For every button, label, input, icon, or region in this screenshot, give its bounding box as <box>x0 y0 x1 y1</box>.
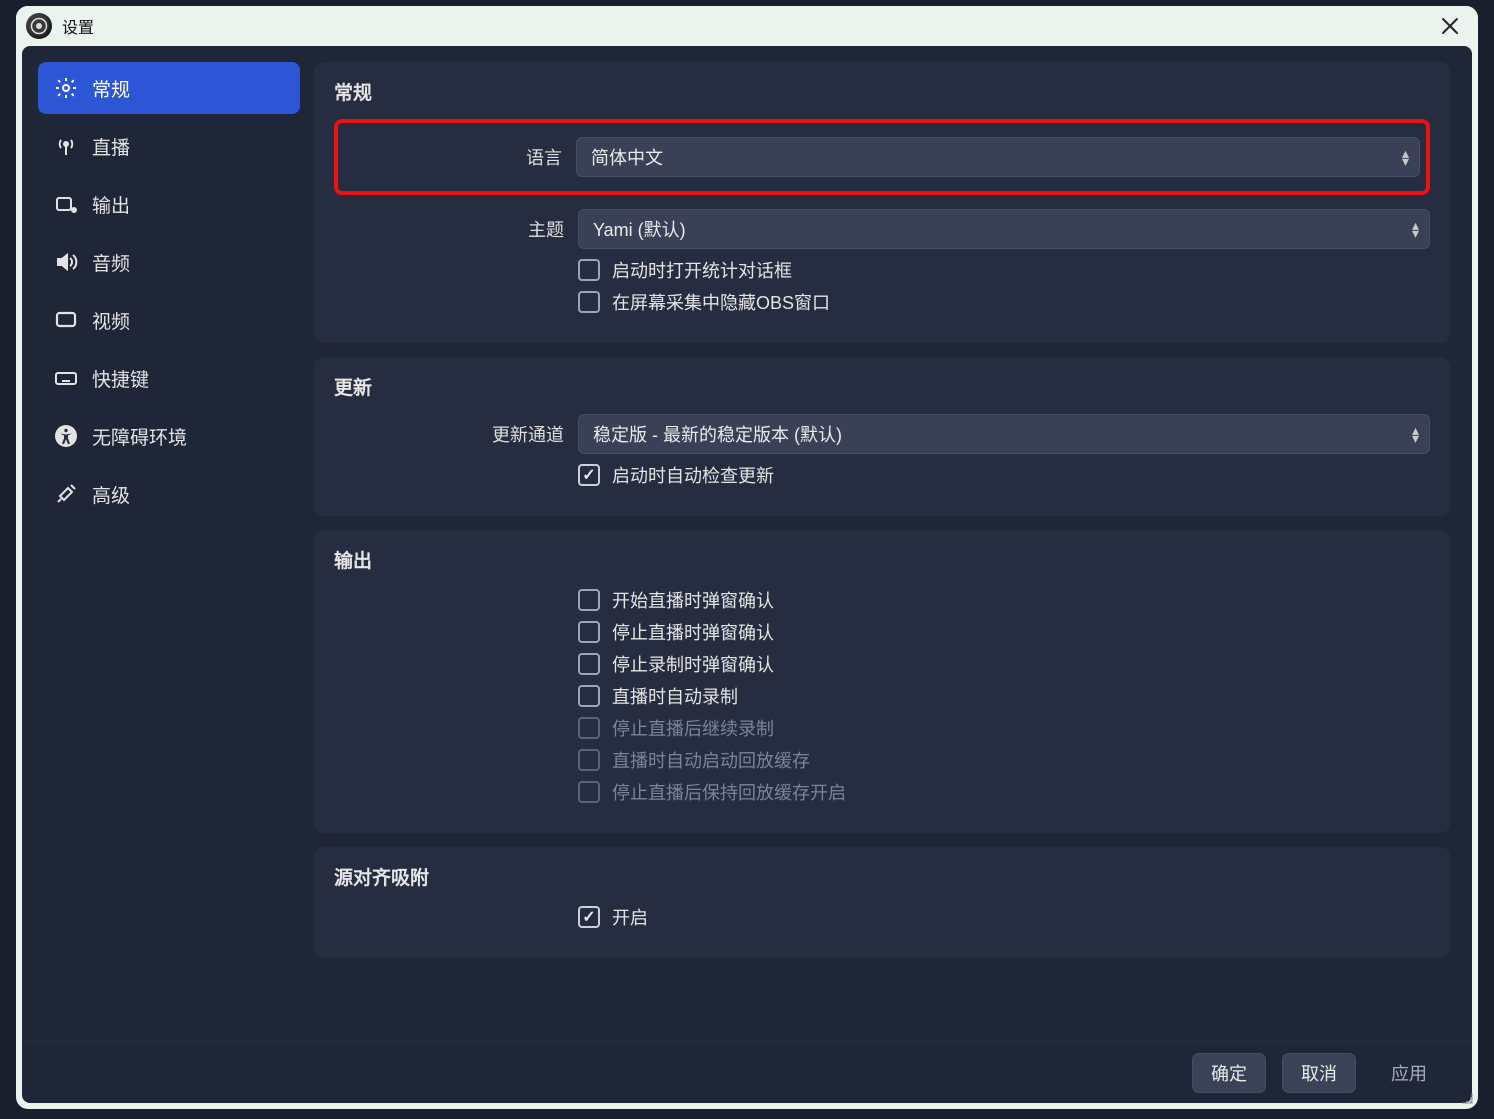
output-icon <box>54 192 78 216</box>
label-hide-obs-window: 在屏幕采集中隐藏OBS窗口 <box>612 289 830 315</box>
chevron-updown-icon: ▴▾ <box>1412 221 1419 237</box>
theme-select[interactable]: Yami (默认) ▴▾ <box>578 209 1430 249</box>
row-confirm-start-stream: 开始直播时弹窗确认 <box>334 587 1430 613</box>
row-confirm-stop-stream: 停止直播时弹窗确认 <box>334 619 1430 645</box>
update-channel-value: 稳定版 - 最新的稳定版本 (默认) <box>593 421 842 447</box>
label-keep-replay-buffer: 停止直播后保持回放缓存开启 <box>612 779 846 805</box>
dialog-footer: 确定 取消 应用 <box>22 1041 1472 1103</box>
field-update-channel: 更新通道 稳定版 - 最新的稳定版本 (默认) ▴▾ <box>334 414 1430 454</box>
row-keep-replay-buffer: 停止直播后保持回放缓存开启 <box>334 779 1430 805</box>
section-general: 常规 语言 简体中文 ▴▾ 主题 <box>314 62 1450 343</box>
sidebar-item-hotkeys[interactable]: 快捷键 <box>38 352 300 404</box>
theme-value: Yami (默认) <box>593 216 686 242</box>
section-title-general: 常规 <box>334 78 1430 105</box>
close-button[interactable] <box>1432 10 1468 42</box>
sidebar-item-label: 常规 <box>92 75 130 102</box>
row-confirm-stop-record: 停止录制时弹窗确认 <box>334 651 1430 677</box>
sidebar-item-stream[interactable]: 直播 <box>38 120 300 172</box>
sidebar-item-label: 直播 <box>92 133 130 160</box>
checkbox-snapping-enable[interactable] <box>578 906 600 928</box>
settings-dialog: 设置 常规 直播 <box>16 6 1478 1109</box>
obs-logo-icon <box>26 13 52 39</box>
update-channel-label: 更新通道 <box>334 421 578 447</box>
checkbox-confirm-stop-stream[interactable] <box>578 621 600 643</box>
label-confirm-stop-record: 停止录制时弹窗确认 <box>612 651 774 677</box>
gear-icon <box>54 76 78 100</box>
sidebar-item-general[interactable]: 常规 <box>38 62 300 114</box>
update-channel-select[interactable]: 稳定版 - 最新的稳定版本 (默认) ▴▾ <box>578 414 1430 454</box>
sidebar-item-advanced[interactable]: 高级 <box>38 468 300 520</box>
language-highlight: 语言 简体中文 ▴▾ <box>334 119 1430 195</box>
label-auto-check-updates: 启动时自动检查更新 <box>612 462 774 488</box>
row-hide-obs-window: 在屏幕采集中隐藏OBS窗口 <box>334 289 1430 315</box>
section-title-snapping: 源对齐吸附 <box>334 863 1430 890</box>
main-scroll[interactable]: 常规 语言 简体中文 ▴▾ 主题 <box>314 62 1462 1035</box>
label-confirm-start-stream: 开始直播时弹窗确认 <box>612 587 774 613</box>
resize-grip-icon[interactable] <box>1458 1089 1474 1105</box>
main-area: 常规 语言 简体中文 ▴▾ 主题 <box>314 62 1462 1035</box>
checkbox-open-stats[interactable] <box>578 259 600 281</box>
row-keep-record-after-stream: 停止直播后继续录制 <box>334 715 1430 741</box>
ok-button[interactable]: 确定 <box>1192 1053 1266 1093</box>
label-auto-record-on-stream: 直播时自动录制 <box>612 683 738 709</box>
checkbox-keep-record-after-stream <box>578 717 600 739</box>
label-auto-replay-buffer: 直播时自动启动回放缓存 <box>612 747 810 773</box>
monitor-icon <box>54 308 78 332</box>
title-bar: 设置 <box>16 6 1478 46</box>
row-open-stats: 启动时打开统计对话框 <box>334 257 1430 283</box>
section-title-output: 输出 <box>334 546 1430 573</box>
close-icon <box>1441 17 1459 35</box>
checkbox-hide-obs-window[interactable] <box>578 291 600 313</box>
sidebar-item-accessibility[interactable]: 无障碍环境 <box>38 410 300 462</box>
language-label: 语言 <box>344 144 576 170</box>
checkbox-auto-record-on-stream[interactable] <box>578 685 600 707</box>
row-auto-replay-buffer: 直播时自动启动回放缓存 <box>334 747 1430 773</box>
tools-icon <box>54 482 78 506</box>
language-select[interactable]: 简体中文 ▴▾ <box>576 137 1420 177</box>
cancel-button[interactable]: 取消 <box>1282 1053 1356 1093</box>
checkbox-auto-replay-buffer <box>578 749 600 771</box>
language-value: 简体中文 <box>591 144 663 170</box>
antenna-icon <box>54 134 78 158</box>
row-auto-check-updates: 启动时自动检查更新 <box>334 462 1430 488</box>
label-keep-record-after-stream: 停止直播后继续录制 <box>612 715 774 741</box>
sidebar-item-video[interactable]: 视频 <box>38 294 300 346</box>
checkbox-keep-replay-buffer <box>578 781 600 803</box>
section-updates: 更新 更新通道 稳定版 - 最新的稳定版本 (默认) ▴▾ 启动时自动检查更新 <box>314 357 1450 516</box>
section-snapping: 源对齐吸附 开启 <box>314 847 1450 958</box>
sidebar-item-label: 快捷键 <box>92 365 149 392</box>
sidebar-item-label: 无障碍环境 <box>92 423 187 450</box>
dialog-body: 常规 直播 输出 <box>22 46 1472 1103</box>
label-confirm-stop-stream: 停止直播时弹窗确认 <box>612 619 774 645</box>
field-theme: 主题 Yami (默认) ▴▾ <box>334 209 1430 249</box>
keyboard-icon <box>54 366 78 390</box>
speaker-icon <box>54 250 78 274</box>
checkbox-confirm-stop-record[interactable] <box>578 653 600 675</box>
section-output: 输出 开始直播时弹窗确认 停止直播时弹窗确认 停止录制时弹窗确认 <box>314 530 1450 833</box>
sidebar: 常规 直播 输出 <box>38 62 300 1035</box>
chevron-updown-icon: ▴▾ <box>1402 149 1409 165</box>
theme-label: 主题 <box>334 216 578 242</box>
sidebar-item-label: 视频 <box>92 307 130 334</box>
apply-button: 应用 <box>1372 1053 1446 1093</box>
content-row: 常规 直播 输出 <box>22 46 1472 1041</box>
checkbox-confirm-start-stream[interactable] <box>578 589 600 611</box>
accessibility-icon <box>54 424 78 448</box>
sidebar-item-label: 高级 <box>92 481 130 508</box>
label-snapping-enable: 开启 <box>612 904 648 930</box>
sidebar-item-output[interactable]: 输出 <box>38 178 300 230</box>
row-auto-record-on-stream: 直播时自动录制 <box>334 683 1430 709</box>
sidebar-item-label: 输出 <box>92 191 130 218</box>
checkbox-auto-check-updates[interactable] <box>578 464 600 486</box>
label-open-stats: 启动时打开统计对话框 <box>612 257 792 283</box>
window-title: 设置 <box>62 14 94 38</box>
chevron-updown-icon: ▴▾ <box>1412 426 1419 442</box>
sidebar-item-label: 音频 <box>92 249 130 276</box>
field-language: 语言 简体中文 ▴▾ <box>344 137 1420 177</box>
sidebar-item-audio[interactable]: 音频 <box>38 236 300 288</box>
section-title-updates: 更新 <box>334 373 1430 400</box>
row-snapping-enable: 开启 <box>334 904 1430 930</box>
